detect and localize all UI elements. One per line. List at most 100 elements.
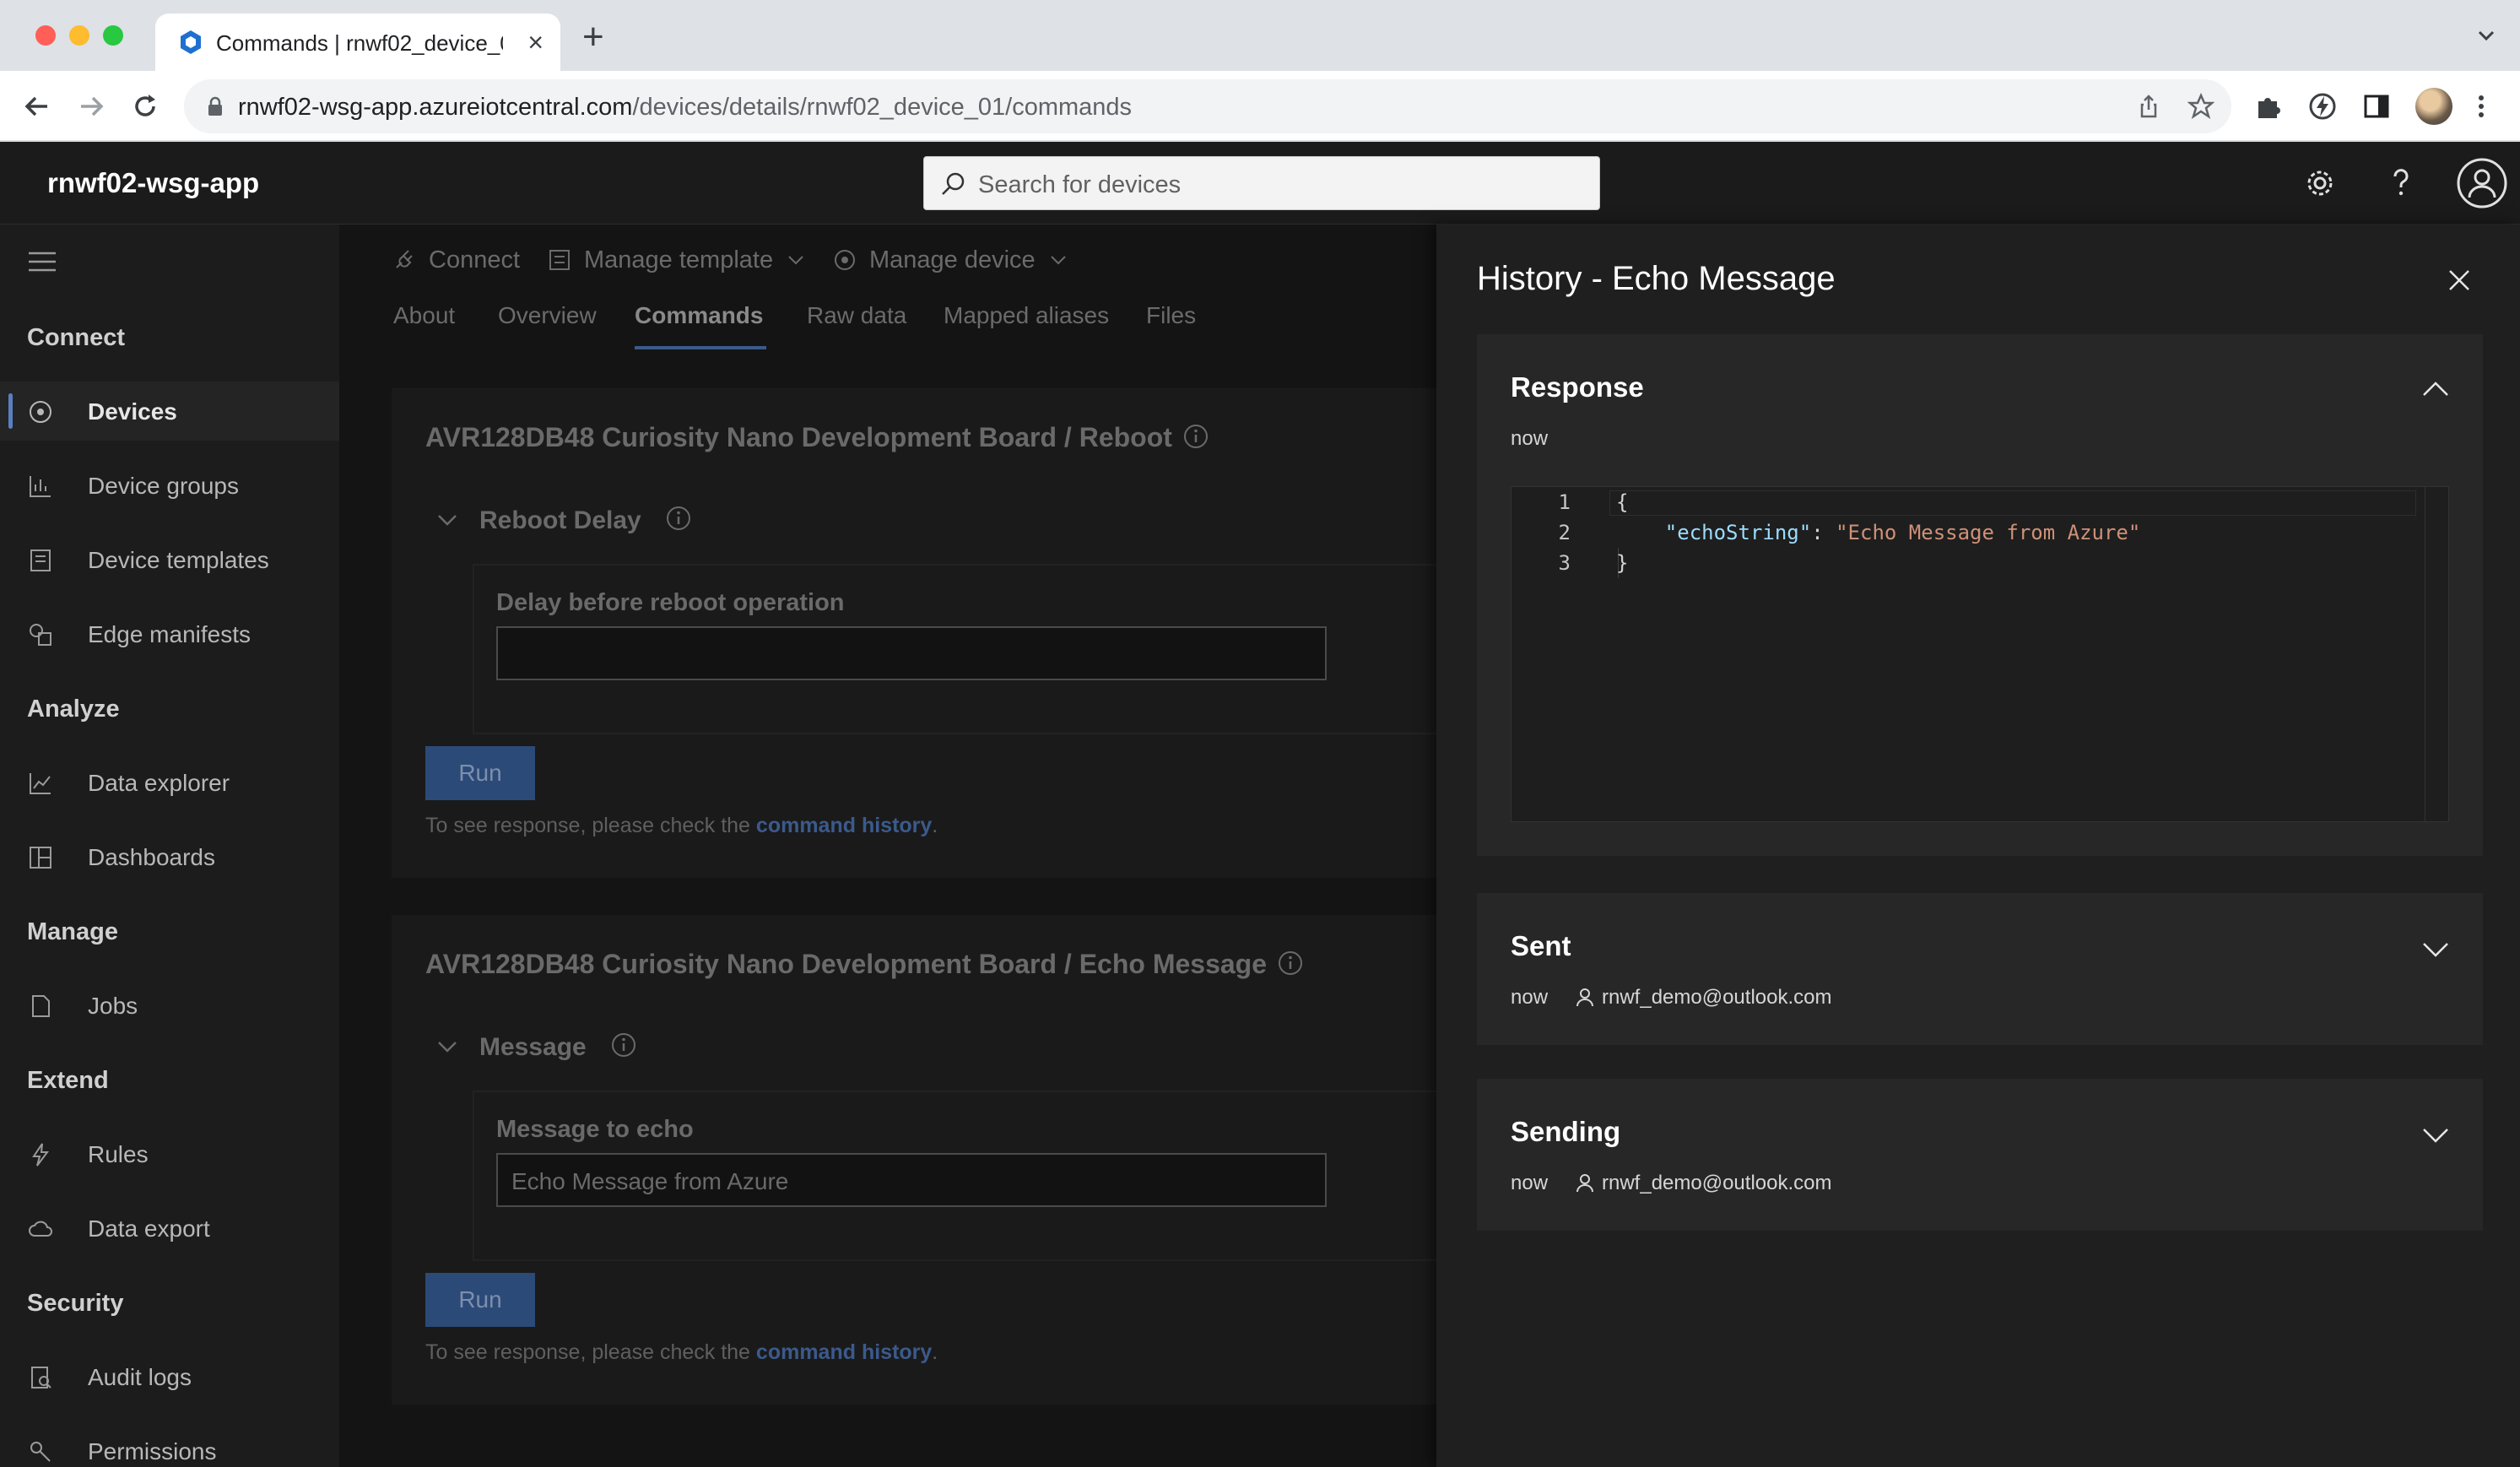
device-search-input[interactable]: Search for devices xyxy=(923,156,1600,210)
help-icon[interactable] xyxy=(2380,162,2422,204)
sidebar-item-rules[interactable]: Rules xyxy=(0,1124,339,1183)
run-echo-button[interactable]: Run xyxy=(425,1273,535,1327)
bookmark-star-icon[interactable] xyxy=(2187,93,2214,120)
tab-about[interactable]: About xyxy=(393,302,455,329)
tab-commands[interactable]: Commands xyxy=(635,302,763,329)
sidebar-item-label: Jobs xyxy=(88,993,138,1019)
info-icon[interactable] xyxy=(1182,423,1209,450)
app-name[interactable]: rnwf02-wsg-app xyxy=(47,167,259,199)
param-reboot-delay-toggle[interactable]: Reboot Delay xyxy=(435,505,692,535)
person-icon xyxy=(1576,988,1593,1007)
sidebar-item-device-groups[interactable]: Device groups xyxy=(0,456,339,515)
delay-before-reboot-input[interactable] xyxy=(496,626,1327,680)
sidebar-item-label: Device templates xyxy=(88,547,269,573)
reload-icon[interactable] xyxy=(127,88,164,125)
tab-raw-data[interactable]: Raw data xyxy=(807,302,906,329)
chevron-down-icon xyxy=(438,515,457,526)
share-icon[interactable] xyxy=(2135,93,2162,120)
command-history-link[interactable]: command history xyxy=(756,814,932,837)
data-explorer-icon xyxy=(30,773,51,794)
browser-tabstrip: Commands | rnwf02_device_01 × + xyxy=(0,0,2520,71)
history-panel: History - Echo Message Response now 1 { … xyxy=(1436,225,2520,1467)
device-templates-icon xyxy=(30,549,51,571)
back-arrow-icon[interactable] xyxy=(19,88,56,125)
chevron-up-icon[interactable] xyxy=(2420,375,2451,405)
run-reboot-button[interactable]: Run xyxy=(425,746,535,800)
manage-device-button[interactable]: Manage device xyxy=(832,246,1068,274)
sidebar-item-dashboards[interactable]: Dashboards xyxy=(0,827,339,886)
extensions-puzzle-icon[interactable] xyxy=(2253,91,2284,122)
sidebar-item-permissions[interactable]: Permissions xyxy=(0,1421,339,1467)
hamburger-menu-icon[interactable] xyxy=(27,250,57,273)
command-card-reboot: AVR128DB48 Curiosity Nano Development Bo… xyxy=(392,388,1436,878)
iot-central-favicon-icon xyxy=(181,30,201,54)
side-panel-icon[interactable] xyxy=(2361,91,2392,122)
chevron-down-icon[interactable] xyxy=(2420,934,2451,964)
dashboards-icon xyxy=(30,847,51,869)
extension-bolt-icon[interactable] xyxy=(2307,91,2338,122)
manage-template-button[interactable]: Manage template xyxy=(547,246,805,274)
info-icon[interactable] xyxy=(1277,950,1304,977)
sending-section[interactable]: Sending now rnwf_demo@outlook.com xyxy=(1477,1079,2483,1231)
sidebar-item-label: Permissions xyxy=(88,1438,217,1464)
editor-scrollbar[interactable] xyxy=(2425,487,2448,821)
devices-icon xyxy=(30,401,51,423)
sidebar-item-label: Device groups xyxy=(88,473,239,499)
window-zoom-button[interactable] xyxy=(103,25,123,46)
tab-close-icon[interactable]: × xyxy=(527,27,543,57)
sidebar-item-data-explorer[interactable]: Data explorer xyxy=(0,753,339,812)
nav-section-security: Security xyxy=(27,1290,124,1317)
tab-mapped-aliases[interactable]: Mapped aliases xyxy=(944,302,1109,329)
info-icon[interactable] xyxy=(610,1031,637,1058)
tab-overview[interactable]: Overview xyxy=(498,302,597,329)
lock-icon[interactable] xyxy=(206,96,224,116)
code-line: 3 } xyxy=(1558,551,1629,575)
field-label: Message to echo xyxy=(496,1116,694,1143)
panel-title: History - Echo Message xyxy=(1477,260,1836,297)
template-icon xyxy=(549,250,570,270)
user-account-icon[interactable] xyxy=(2456,157,2508,209)
active-tab-indicator xyxy=(635,346,766,349)
command-title: AVR128DB48 Curiosity Nano Development Bo… xyxy=(425,949,1304,980)
json-response-viewer[interactable]: 1 { 2 "echoString": "Echo Message from A… xyxy=(1511,486,2449,822)
sidebar-item-devices[interactable]: Devices xyxy=(0,382,339,441)
sending-time: now xyxy=(1511,1172,1549,1194)
sidebar-item-jobs[interactable]: Jobs xyxy=(0,976,339,1035)
sidebar-item-device-templates[interactable]: Device templates xyxy=(0,530,339,589)
response-hint: To see response, please check the comman… xyxy=(425,814,938,837)
response-hint: To see response, please check the comman… xyxy=(425,1340,938,1364)
address-bar[interactable]: rnwf02-wsg-app.azureiotcentral.com/devic… xyxy=(184,79,2231,133)
sidebar-item-data-export[interactable]: Data export xyxy=(0,1199,339,1258)
message-to-echo-input[interactable]: Echo Message from Azure xyxy=(496,1153,1327,1207)
chevron-down-icon xyxy=(1050,256,1066,265)
command-card-echo-message: AVR128DB48 Curiosity Nano Development Bo… xyxy=(392,915,1436,1405)
sidebar-item-label: Dashboards xyxy=(88,844,215,870)
info-icon[interactable] xyxy=(665,505,692,532)
connect-button[interactable]: Connect xyxy=(392,246,520,274)
param-box: Delay before reboot operation xyxy=(473,564,1436,734)
forward-arrow-icon[interactable] xyxy=(73,88,110,125)
browser-toolbar: rnwf02-wsg-app.azureiotcentral.com/devic… xyxy=(0,71,2520,142)
browser-menu-kebab-icon[interactable] xyxy=(2473,91,2490,122)
sidebar-item-label: Audit logs xyxy=(88,1364,192,1390)
sent-section[interactable]: Sent now rnwf_demo@outlook.com xyxy=(1477,893,2483,1045)
browser-profile-avatar[interactable] xyxy=(2415,88,2452,125)
device-icon xyxy=(835,250,855,270)
new-tab-icon[interactable]: + xyxy=(582,19,604,56)
tab-search-chevron-icon[interactable] xyxy=(2474,24,2498,47)
sidebar-item-edge-manifests[interactable]: Edge manifests xyxy=(0,604,339,663)
tab-files[interactable]: Files xyxy=(1146,302,1196,329)
settings-gear-icon[interactable] xyxy=(2299,162,2341,204)
close-icon[interactable] xyxy=(2446,267,2473,294)
browser-tab-active[interactable]: Commands | rnwf02_device_01 × xyxy=(155,14,560,71)
sidebar-item-label: Devices xyxy=(88,398,177,425)
url-text[interactable]: rnwf02-wsg-app.azureiotcentral.com/devic… xyxy=(238,94,1132,122)
chevron-down-icon[interactable] xyxy=(2420,1119,2451,1150)
sidebar-item-label: Edge manifests xyxy=(88,621,251,647)
param-message-toggle[interactable]: Message xyxy=(435,1031,637,1062)
sending-title: Sending xyxy=(1511,1116,1621,1147)
window-minimize-button[interactable] xyxy=(69,25,89,46)
window-close-button[interactable] xyxy=(35,25,56,46)
command-history-link[interactable]: command history xyxy=(756,1340,932,1364)
sidebar-item-audit-logs[interactable]: Audit logs xyxy=(0,1347,339,1406)
